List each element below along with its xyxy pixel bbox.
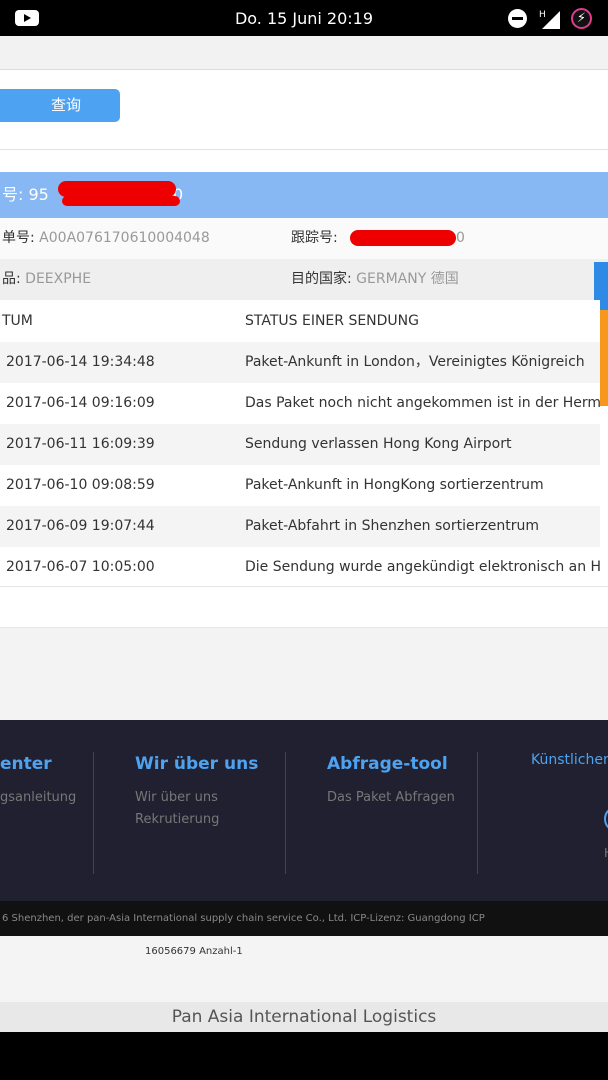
footer-link-about[interactable]: Wir über uns xyxy=(135,790,218,805)
row-date: 2017-06-14 09:16:09 xyxy=(6,395,155,411)
table-row: 2017-06-09 19:07:44 Paket-Abfahrt in She… xyxy=(0,506,600,547)
footer-title-help[interactable]: enter xyxy=(0,754,52,774)
row-date: 2017-06-10 09:08:59 xyxy=(6,477,155,493)
row-status: Paket-Ankunft in HongKong sortierzentrum xyxy=(245,477,544,493)
column-header-status: STATUS EINER SENDUNG xyxy=(245,313,420,329)
row-date: 2017-06-07 10:05:00 xyxy=(6,559,155,575)
brand-name: Pan Asia International Logistics xyxy=(0,1002,608,1032)
info-row-order: 单号: A00A076170610004048 跟踪号: 0 xyxy=(0,218,608,259)
top-grey-band xyxy=(0,36,608,70)
destination-country-label: 目的国家: xyxy=(291,271,352,287)
footer-link-parcel-query[interactable]: Das Paket Abfragen xyxy=(327,790,455,805)
destination-country-value: GERMANY 德国 xyxy=(356,271,459,287)
footer-separator xyxy=(93,752,94,874)
tracking-table-header: TUM STATUS EINER SENDUNG xyxy=(0,300,600,342)
table-row: 2017-06-11 16:09:39 Sendung verlassen Ho… xyxy=(0,424,600,465)
product-label: 品: xyxy=(2,271,21,287)
table-row: 2017-06-14 09:16:09 Das Paket noch nicht… xyxy=(0,383,600,424)
row-status: Sendung verlassen Hong Kong Airport xyxy=(245,436,512,452)
footer-link-guide[interactable]: gsanleitung xyxy=(0,790,76,805)
circle-icon[interactable] xyxy=(604,806,608,832)
row-date: 2017-06-14 19:34:48 xyxy=(6,354,155,370)
tracking-id-label: 跟踪号: xyxy=(291,230,338,246)
redaction-mark xyxy=(58,181,176,197)
network-type-label: H xyxy=(539,10,546,20)
row-date: 2017-06-11 16:09:39 xyxy=(6,436,155,452)
battery-charging-icon: ⚡ xyxy=(571,8,592,29)
signal-icon: H xyxy=(539,10,560,29)
row-status: Die Sendung wurde angekündigt elektronis… xyxy=(245,559,600,575)
order-number-label: 单号: xyxy=(2,230,35,246)
navigation-bar xyxy=(0,1032,608,1080)
footer-separator xyxy=(477,752,478,874)
spacer-section xyxy=(0,628,608,720)
row-status: Paket-Abfahrt in Shenzhen sortierzentrum xyxy=(245,518,539,534)
column-header-date: TUM xyxy=(2,313,33,329)
dnd-icon xyxy=(508,9,527,28)
query-button[interactable]: 查询 xyxy=(0,89,120,122)
table-row: 2017-06-14 19:34:48 Paket-Ankunft in Lon… xyxy=(0,342,600,383)
divider xyxy=(0,149,608,150)
visit-counter: 16056679 Anzahl-1 xyxy=(145,946,243,957)
footer-link-recruiting[interactable]: Rekrutierung xyxy=(135,812,219,827)
tracking-page: 查询 号: 95 0 单号: A00A076170610004048 跟踪号: … xyxy=(0,36,608,1032)
status-bar: Do. 15 Juni 20:19 H ⚡ xyxy=(0,0,608,36)
table-row: 2017-06-07 10:05:00 Die Sendung wurde an… xyxy=(0,547,600,588)
site-footer: enter gsanleitung Wir über uns Wir über … xyxy=(0,720,608,901)
info-row-product: 品: DEEXPHE 目的国家: GERMANY 德国 xyxy=(0,259,608,300)
order-number-value: A00A076170610004048 xyxy=(39,230,210,246)
footer-title-tools[interactable]: Abfrage-tool xyxy=(327,754,448,774)
redaction-mark xyxy=(350,230,456,246)
row-status: Das Paket noch nicht angekommen ist in d… xyxy=(245,395,600,411)
copyright-text: 6 Shenzhen, der pan-Asia International s… xyxy=(0,901,608,936)
footer-char: H xyxy=(604,846,608,860)
tracking-number-suffix: 0 xyxy=(173,185,184,204)
tracking-id-suffix: 0 xyxy=(456,230,465,246)
table-row: 2017-06-10 09:08:59 Paket-Ankunft in Hon… xyxy=(0,465,600,506)
visit-counter-section: 16056679 Anzahl-1 xyxy=(0,936,608,1002)
tracking-number-bar: 号: 95 0 xyxy=(0,172,608,218)
row-status: Paket-Ankunft in London，Vereinigtes Köni… xyxy=(245,354,585,370)
product-value: DEEXPHE xyxy=(25,271,92,287)
table-bottom-border xyxy=(0,586,608,587)
footer-title-about[interactable]: Wir über uns xyxy=(135,754,258,774)
row-date: 2017-06-09 19:07:44 xyxy=(6,518,155,534)
footer-title-ai[interactable]: Künstlichen xyxy=(531,752,608,768)
redaction-mark xyxy=(62,196,180,206)
tracking-number-prefix: 号: 95 xyxy=(2,185,49,204)
footer-separator xyxy=(285,752,286,874)
